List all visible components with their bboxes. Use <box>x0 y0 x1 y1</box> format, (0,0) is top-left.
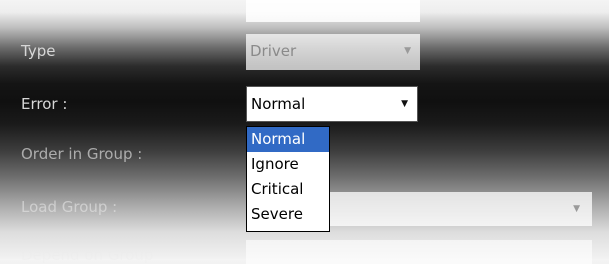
chevron-down-icon[interactable]: ▼ <box>573 192 580 226</box>
chevron-down-icon[interactable]: ▼ <box>401 87 408 121</box>
faded-field-top <box>246 0 420 22</box>
depend-on-group-field[interactable] <box>246 240 592 264</box>
type-select[interactable]: Driver ▼ <box>246 34 420 70</box>
depend-on-group-label: Depend on Group <box>21 246 154 264</box>
error-option-critical[interactable]: Critical <box>247 177 329 202</box>
type-label: Type <box>21 42 56 60</box>
error-option-ignore[interactable]: Ignore <box>247 152 329 177</box>
error-option-normal[interactable]: Normal <box>247 127 329 152</box>
type-select-value: Driver <box>250 42 297 60</box>
error-option-severe[interactable]: Severe <box>247 202 329 227</box>
load-group-label: Load Group : <box>21 198 118 216</box>
error-select[interactable]: Normal ▼ <box>246 86 418 122</box>
order-in-group-label: Order in Group : <box>21 145 143 163</box>
chevron-down-icon[interactable]: ▼ <box>404 34 411 68</box>
error-select-value: Normal <box>251 95 306 113</box>
error-dropdown-list: Normal Ignore Critical Severe <box>246 126 330 232</box>
error-label: Error : <box>21 95 68 113</box>
